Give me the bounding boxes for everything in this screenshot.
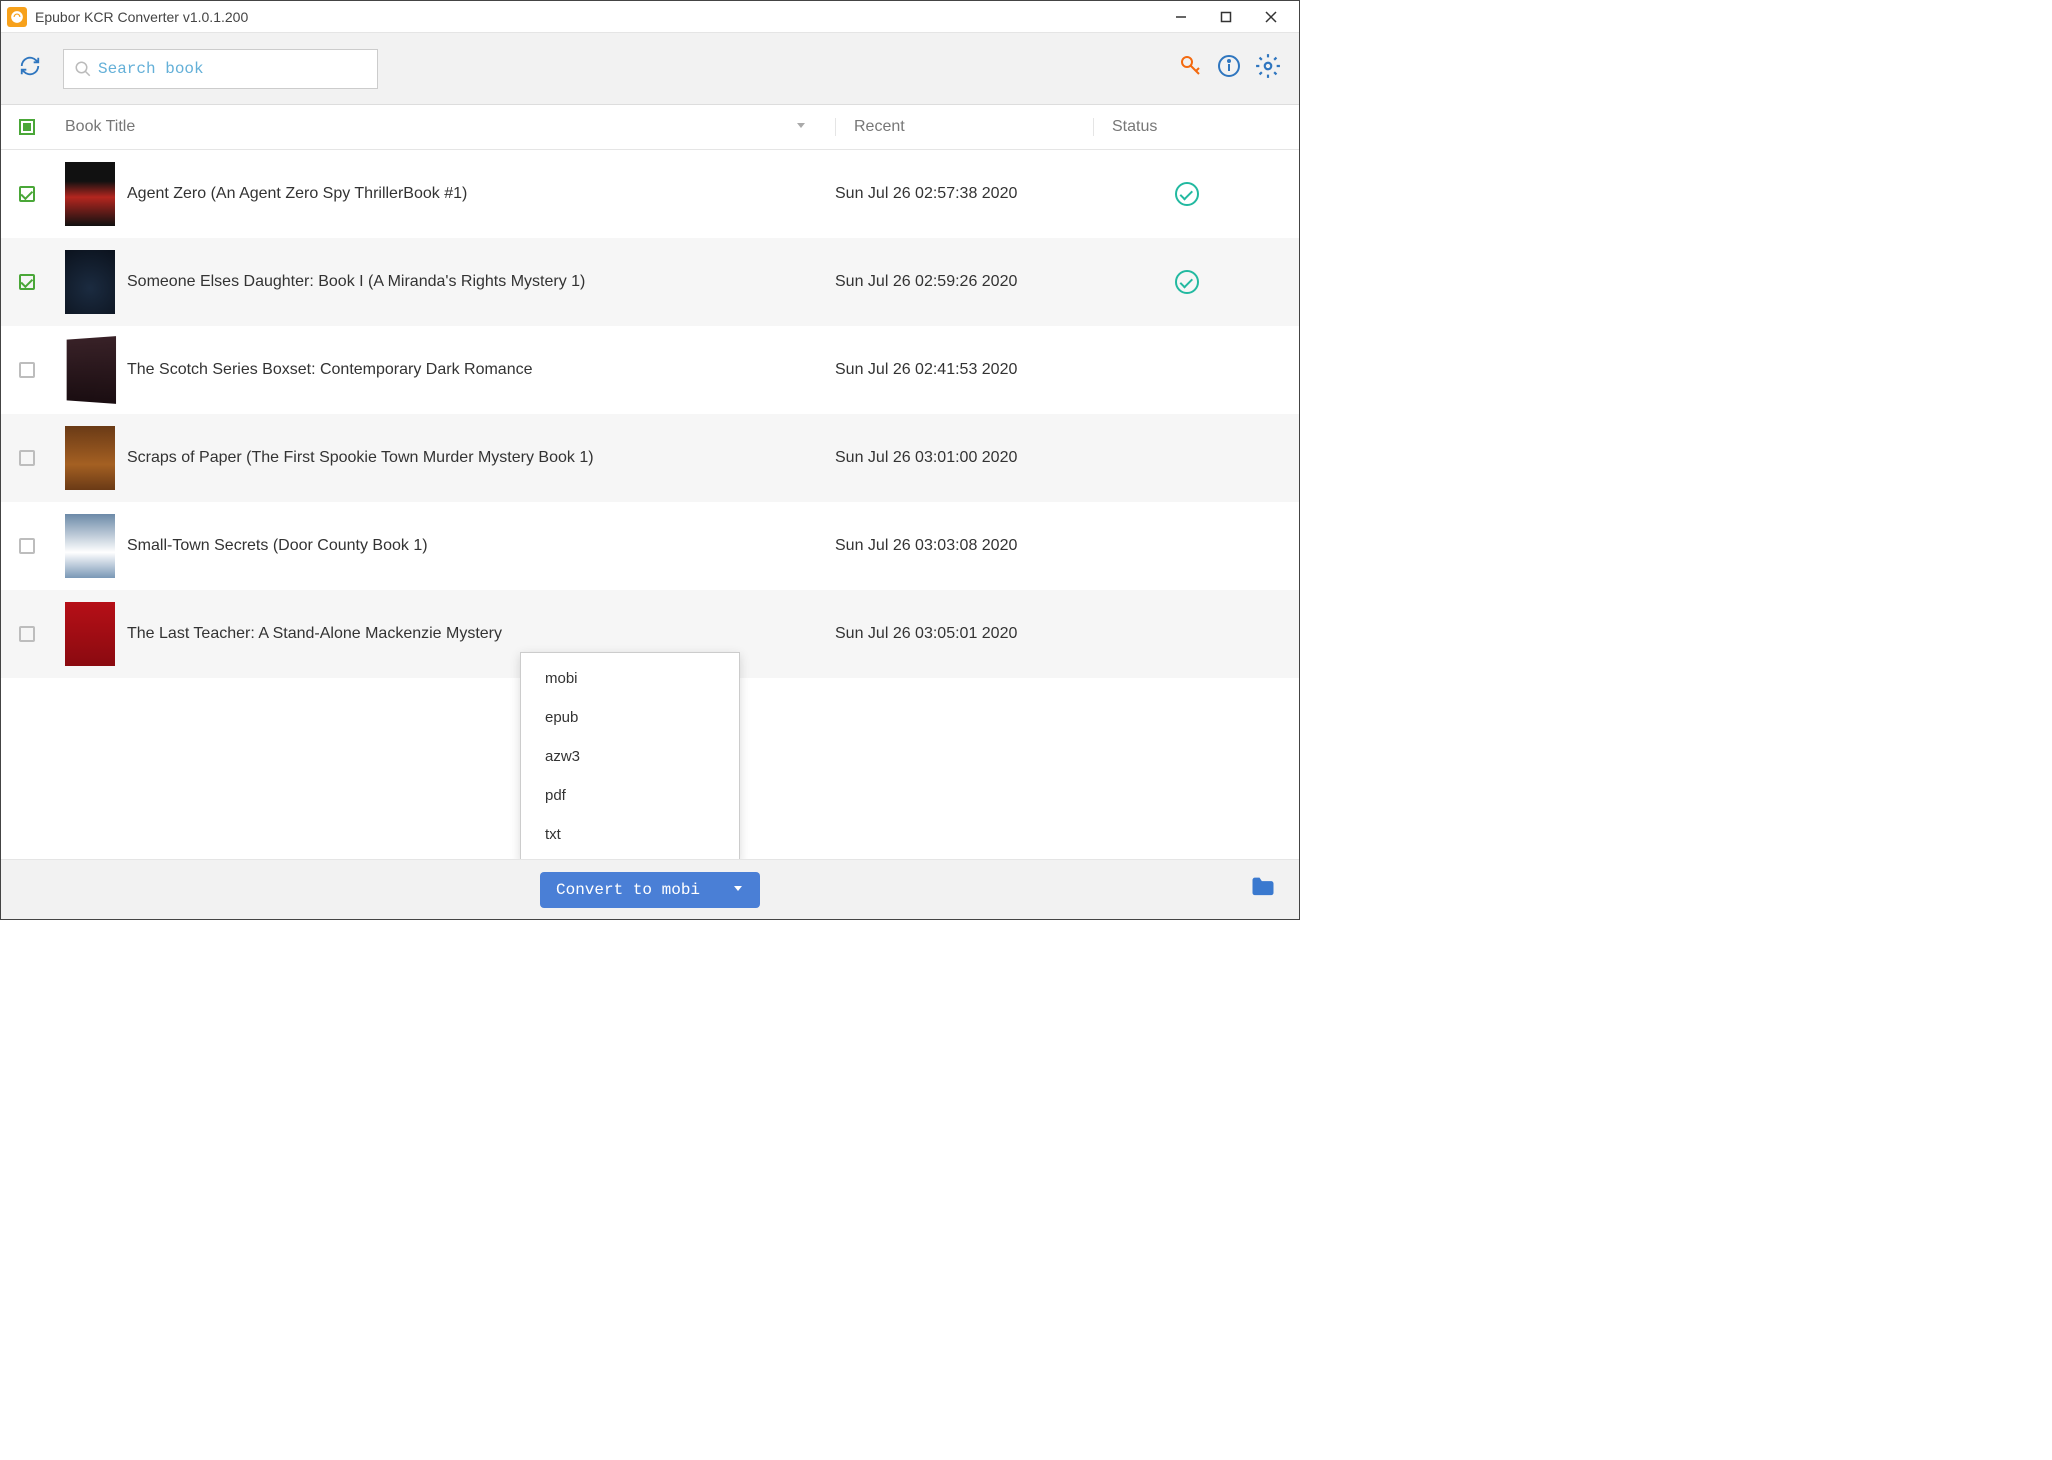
bottom-bar: Convert to mobi [1, 859, 1299, 919]
status-ok-icon [1175, 182, 1199, 206]
search-input[interactable] [98, 60, 367, 78]
titlebar: Epubor KCR Converter v1.0.1.200 [1, 1, 1299, 33]
book-title: The Scotch Series Boxset: Contemporary D… [127, 361, 835, 379]
row-checkbox[interactable] [19, 186, 35, 202]
sort-caret-icon [795, 118, 835, 136]
key-icon[interactable] [1179, 54, 1203, 83]
close-button[interactable] [1248, 1, 1293, 33]
book-cover [67, 336, 116, 404]
toolbar [1, 33, 1299, 105]
format-menu-item[interactable]: azw3 [521, 737, 739, 776]
info-icon[interactable] [1217, 54, 1241, 83]
format-menu: mobiepubazw3pdftxt [520, 652, 740, 861]
book-cover [65, 514, 115, 578]
book-recent: Sun Jul 26 03:01:00 2020 [835, 449, 1093, 467]
column-recent-label: Recent [854, 118, 905, 135]
book-status [1093, 182, 1281, 206]
book-title: Scraps of Paper (The First Spookie Town … [127, 449, 835, 467]
column-title-label: Book Title [65, 118, 135, 136]
convert-button-label: Convert to mobi [556, 881, 700, 899]
minimize-button[interactable] [1158, 1, 1203, 33]
row-checkbox[interactable] [19, 274, 35, 290]
table-row[interactable]: Agent Zero (An Agent Zero Spy ThrillerBo… [1, 150, 1299, 238]
book-cover [65, 162, 115, 226]
column-recent-header[interactable]: Recent [835, 118, 1093, 136]
book-recent: Sun Jul 26 02:57:38 2020 [835, 185, 1093, 203]
format-menu-item[interactable]: pdf [521, 776, 739, 815]
select-all-checkbox[interactable] [19, 119, 35, 135]
book-title: Someone Elses Daughter: Book I (A Mirand… [127, 273, 835, 291]
gear-icon[interactable] [1255, 53, 1281, 84]
row-checkbox[interactable] [19, 450, 35, 466]
table-row[interactable]: Someone Elses Daughter: Book I (A Mirand… [1, 238, 1299, 326]
row-checkbox[interactable] [19, 626, 35, 642]
open-folder-button[interactable] [1249, 873, 1277, 906]
book-title: Agent Zero (An Agent Zero Spy ThrillerBo… [127, 185, 835, 203]
table-row[interactable]: The Scotch Series Boxset: Contemporary D… [1, 326, 1299, 414]
row-checkbox[interactable] [19, 362, 35, 378]
column-header: Book Title Recent Status [1, 105, 1299, 150]
format-menu-item[interactable]: epub [521, 698, 739, 737]
book-cover [65, 426, 115, 490]
table-row[interactable]: Small-Town Secrets (Door County Book 1) … [1, 502, 1299, 590]
format-menu-item[interactable]: mobi [521, 659, 739, 698]
column-status-label: Status [1112, 118, 1157, 135]
search-box[interactable] [63, 49, 378, 89]
book-recent: Sun Jul 26 02:41:53 2020 [835, 361, 1093, 379]
format-menu-item[interactable]: txt [521, 815, 739, 854]
book-status [1093, 270, 1281, 294]
column-status-header[interactable]: Status [1093, 118, 1281, 136]
chevron-down-icon [732, 881, 744, 899]
row-checkbox[interactable] [19, 538, 35, 554]
app-logo-icon [7, 7, 27, 27]
window-title: Epubor KCR Converter v1.0.1.200 [35, 9, 1158, 25]
search-icon [74, 60, 92, 78]
book-title: Small-Town Secrets (Door County Book 1) [127, 537, 835, 555]
convert-button[interactable]: Convert to mobi [540, 872, 760, 908]
book-cover [65, 250, 115, 314]
book-cover [65, 602, 115, 666]
app-window: Epubor KCR Converter v1.0.1.200 [0, 0, 1300, 920]
book-recent: Sun Jul 26 03:03:08 2020 [835, 537, 1093, 555]
table-row[interactable]: Scraps of Paper (The First Spookie Town … [1, 414, 1299, 502]
book-recent: Sun Jul 26 02:59:26 2020 [835, 273, 1093, 291]
status-ok-icon [1175, 270, 1199, 294]
refresh-button[interactable] [19, 55, 41, 82]
book-recent: Sun Jul 26 03:05:01 2020 [835, 625, 1093, 643]
maximize-button[interactable] [1203, 1, 1248, 33]
book-title: The Last Teacher: A Stand-Alone Mackenzi… [127, 625, 835, 643]
column-title-header[interactable]: Book Title [53, 118, 835, 136]
